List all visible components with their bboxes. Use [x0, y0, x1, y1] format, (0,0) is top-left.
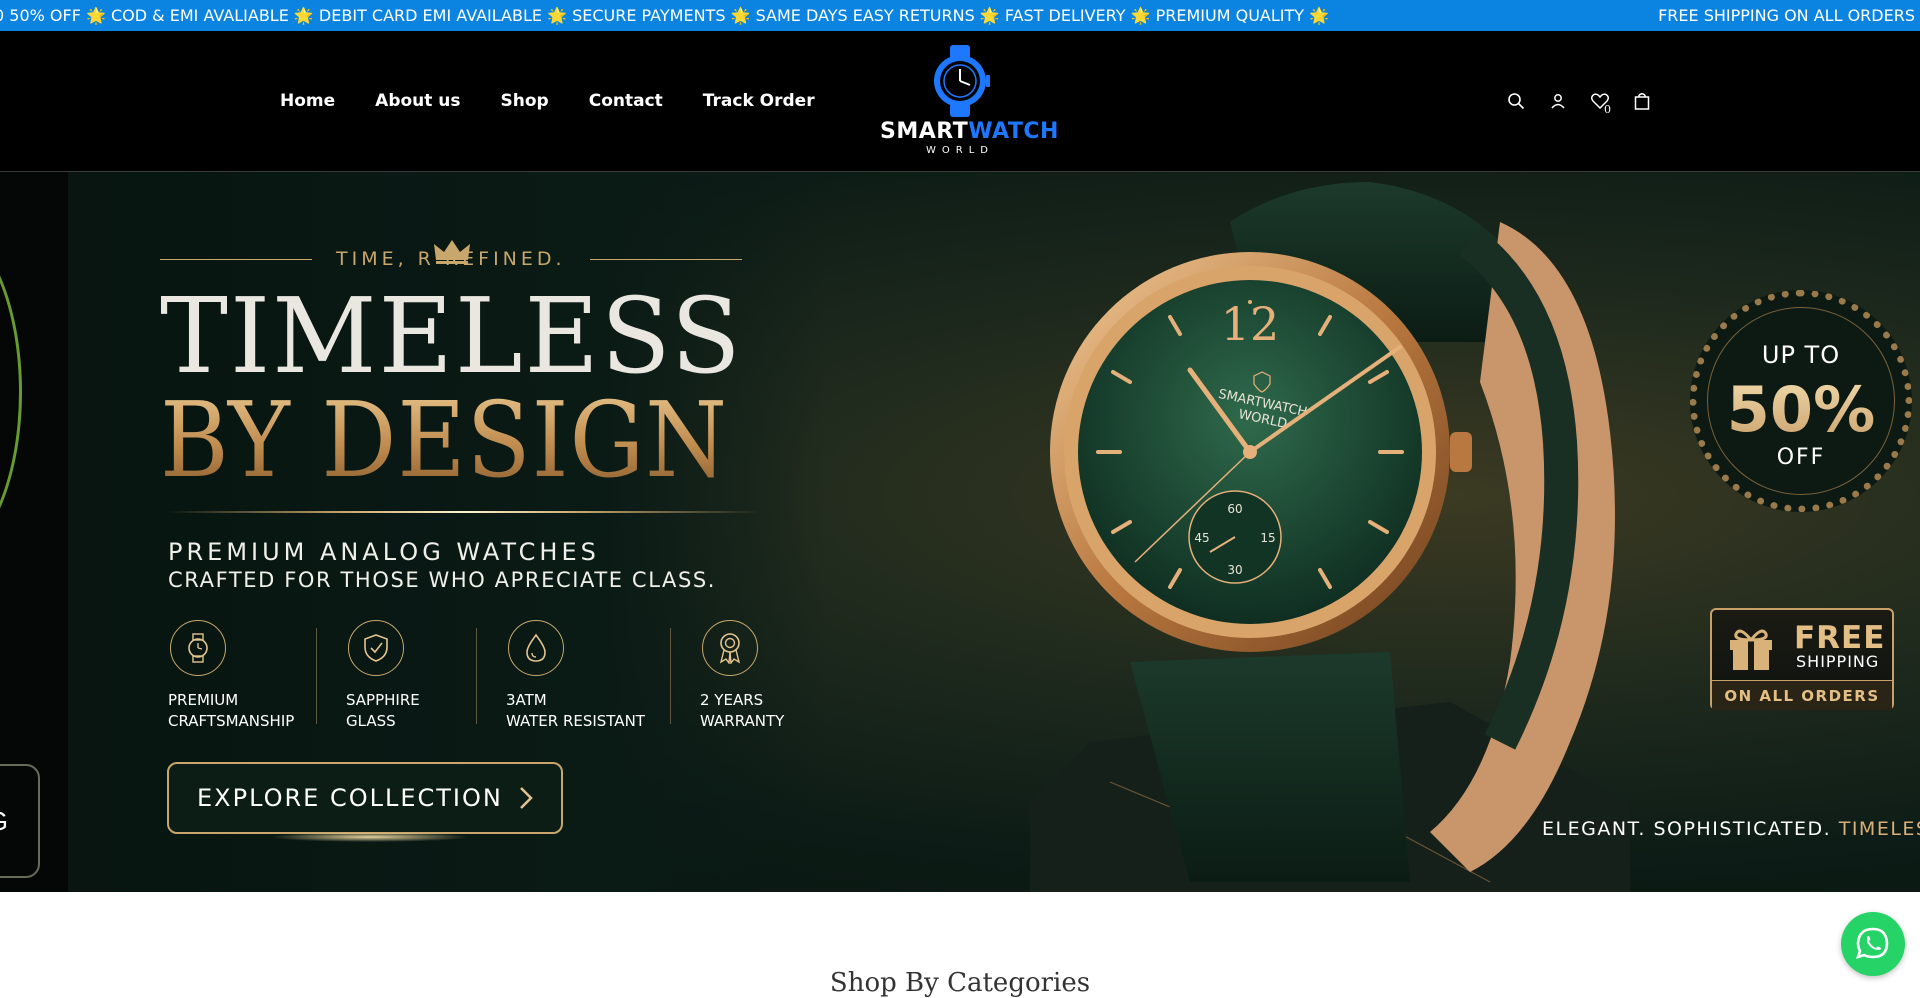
logo-wordmark: SMARTWATCH: [880, 119, 1058, 144]
feature-4-line2: WARRANTY: [700, 712, 785, 730]
free-shipping-free: FREE: [1794, 620, 1886, 656]
announcement-bar: 0 50% OFF 🌟 COD & EMI AVALIABLE 🌟 DEBIT …: [0, 0, 1920, 31]
search-icon[interactable]: [1506, 91, 1526, 111]
nav-about-us[interactable]: About us: [375, 91, 460, 111]
previous-slide-letter: G: [0, 806, 8, 837]
feature-4-line1: 2 YEARS: [700, 691, 764, 709]
feature-divider: [476, 628, 477, 724]
feature-warranty: 2 YEARS WARRANTY: [700, 620, 784, 732]
site-logo[interactable]: SMARTWATCH WORLD: [880, 45, 1058, 157]
feature-3-line2: WATER RESISTANT: [506, 712, 645, 730]
svg-text:15: 15: [1260, 531, 1275, 545]
feature-1-line1: PREMIUM: [168, 691, 239, 709]
free-shipping-orders: ON ALL ORDERS: [1712, 680, 1892, 710]
feature-divider: [316, 628, 317, 724]
logo-brand-watch: WATCH: [968, 119, 1059, 144]
feature-2-line2: GLASS: [346, 712, 396, 730]
svg-text:60: 60: [1227, 502, 1242, 516]
discount-badge-percent: 50%: [1697, 373, 1905, 446]
feature-3-line1: 3ATM: [506, 691, 547, 709]
hero-bottom-tagline: ELEGANT. SOPHISTICATED. TIMELESS.: [1542, 818, 1920, 840]
free-shipping-shipping: SHIPPING: [1796, 652, 1880, 671]
logo-subtext: WORLD: [926, 145, 994, 156]
previous-slide-ring: [0, 222, 22, 562]
tagline-line-right: [589, 258, 742, 260]
chevron-right-icon: [520, 787, 533, 809]
shop-by-categories-title: Shop By Categories: [829, 968, 1091, 998]
main-nav: Home About us Shop Contact Track Order: [280, 91, 815, 111]
award-ribbon-icon: [702, 620, 758, 676]
svg-text:45: 45: [1194, 531, 1209, 545]
hero-title-line1: TIMELESS: [160, 275, 743, 397]
hero-features: PREMIUM CRAFTSMANSHIP SAPPHIRE GLASS 3ATM W…: [168, 620, 808, 750]
water-drop-icon: [508, 620, 564, 676]
discount-badge-upto: UP TO: [1761, 341, 1841, 369]
nav-shop[interactable]: Shop: [501, 91, 549, 111]
announcement-free-shipping: FREE SHIPPING ON ALL ORDERS: [1658, 6, 1915, 25]
feature-water-resistant: 3ATM WATER RESISTANT: [506, 620, 645, 732]
hero-banner[interactable]: G TIME, R REFINED. TIMELESS BY DESIGN PR…: [0, 172, 1920, 892]
shield-icon: [348, 620, 404, 676]
gift-icon: [1730, 629, 1772, 670]
explore-collection-label: EXPLORE COLLECTION: [197, 784, 503, 812]
logo-brand-smart: SMART: [880, 119, 969, 144]
explore-collection-button[interactable]: EXPLORE COLLECTION: [167, 762, 563, 834]
watch-icon: [170, 620, 226, 676]
hero-title-line2: BY DESIGN: [160, 379, 728, 501]
explore-button-glow: [270, 832, 470, 842]
crown-icon: [434, 240, 470, 264]
feature-1-line2: CRAFTSMANSHIP: [168, 712, 295, 730]
announcement-marquee: 0 50% OFF 🌟 COD & EMI AVALIABLE 🌟 DEBIT …: [0, 6, 1330, 25]
header-actions: 0: [1506, 91, 1652, 116]
hero-watch-image: 12 SMARTWATCH WORLD 60 15 30 45: [1030, 182, 1630, 892]
site-header: Home About us Shop Contact Track Order S…: [0, 31, 1920, 172]
account-icon[interactable]: [1548, 91, 1568, 111]
previous-slide-button[interactable]: G: [0, 764, 40, 878]
feature-divider: [670, 628, 671, 724]
nav-contact[interactable]: Contact: [589, 91, 663, 111]
hero-gold-divider: [168, 511, 760, 513]
hero-subtitle-1: PREMIUM ANALOG WATCHES: [168, 538, 600, 566]
previous-slide-peek: G: [0, 172, 68, 892]
free-shipping-badge: FREE SHIPPING ON ALL ORDERS: [1710, 608, 1894, 710]
whatsapp-button[interactable]: [1841, 912, 1905, 976]
nav-track-order[interactable]: Track Order: [703, 91, 815, 111]
nav-home[interactable]: Home: [280, 91, 335, 111]
wishlist-count: 0: [1604, 103, 1611, 116]
hero-bottom-tagline-white: ELEGANT. SOPHISTICATED.: [1542, 818, 1832, 840]
hero-subtitle-2: CRAFTED FOR THOSE WHO APRECIATE CLASS.: [168, 568, 717, 592]
feature-2-line1: SAPPHIRE: [346, 691, 420, 709]
feature-sapphire: SAPPHIRE GLASS: [346, 620, 420, 732]
discount-badge: UP TO 50% OFF: [1690, 290, 1912, 512]
logo-watch-icon: [934, 45, 990, 117]
tagline-line-left: [160, 258, 312, 260]
hero-bottom-tagline-gold: TIMELESS.: [1838, 818, 1920, 840]
watch-crown: [1450, 432, 1472, 472]
svg-text:30: 30: [1227, 563, 1242, 577]
dial-12-numeral: 12: [1221, 297, 1280, 351]
wishlist-icon[interactable]: 0: [1590, 91, 1611, 116]
feature-craftsmanship: PREMIUM CRAFTSMANSHIP: [168, 620, 294, 732]
discount-badge-off: OFF: [1776, 445, 1826, 470]
cart-icon[interactable]: [1632, 91, 1652, 111]
whatsapp-icon: [1855, 927, 1889, 960]
